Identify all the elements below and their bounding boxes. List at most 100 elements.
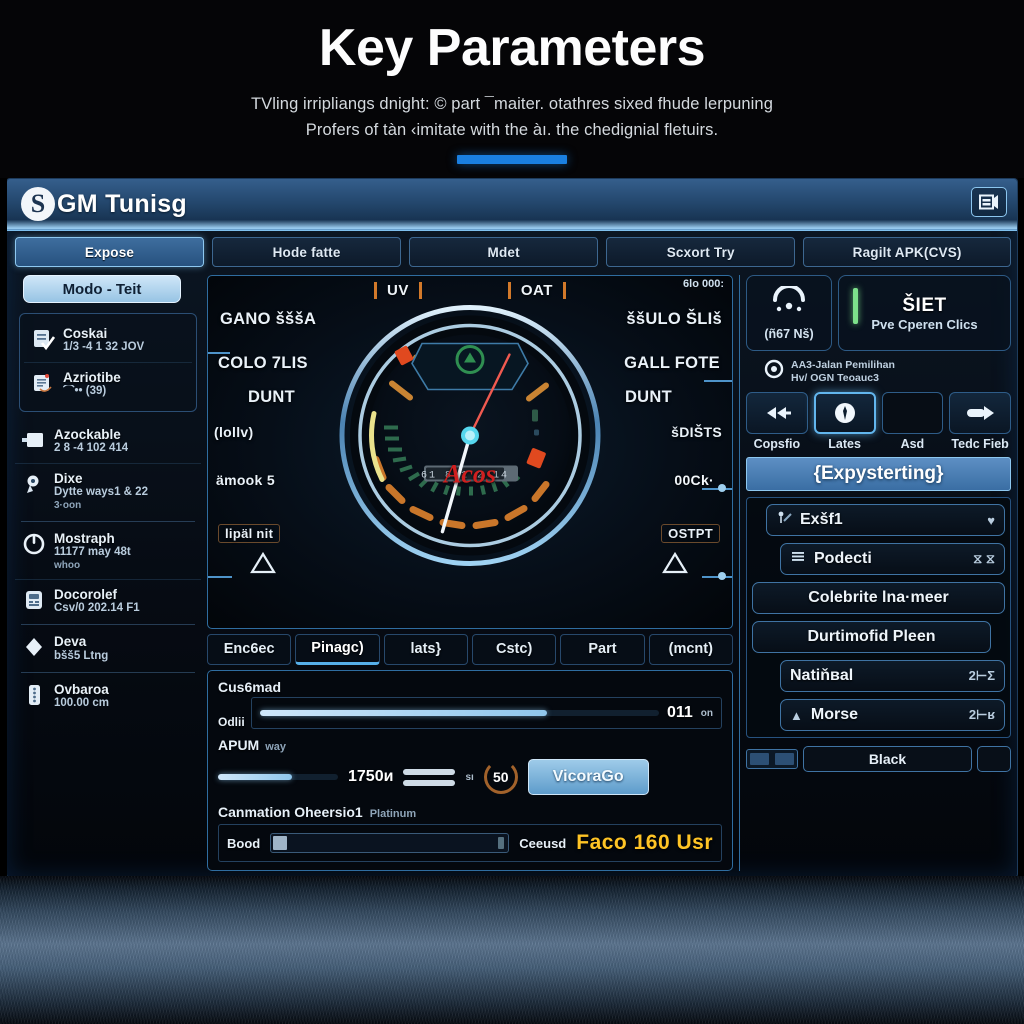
notes-icon [30, 370, 56, 396]
tab-hode-fatte[interactable]: Hode fatte [212, 237, 402, 267]
slider-2-rotary-knob[interactable]: 50 [483, 760, 518, 794]
sidebar-item-azockable[interactable]: Azockable 2 8 -4 102 414 [15, 420, 201, 463]
forward-button[interactable]: Tedc Fieb [949, 392, 1011, 451]
sidebar-item-deva[interactable]: Deva bšš5 Ltng [15, 627, 201, 670]
slider-4-track[interactable] [270, 833, 510, 853]
badge-uv: UV [374, 282, 422, 299]
sidebar-list: Azockable 2 8 -4 102 414 Dixe Dytte ways… [15, 420, 201, 718]
sidebar-item-dixe[interactable]: Dixe Dytte ways1 & 22 3·oon [15, 462, 201, 519]
slider-row-4: Bood Ceeusd Faco 160 Usr [218, 824, 722, 862]
callout-right-boxed: OSTPT [661, 524, 720, 543]
footer-end-button[interactable] [977, 746, 1011, 773]
footer-toggle[interactable] [746, 749, 798, 770]
left-sidebar: Modo - Teit Coskai 1/3 -4 1 32 JOV Azrio… [15, 275, 201, 871]
ctl-tab-1[interactable]: Pinagc) [295, 633, 380, 665]
slider-4-end-marker [498, 837, 505, 849]
forward-icon [949, 392, 1011, 435]
tab-scxort-try[interactable]: Scxort Try [606, 237, 796, 267]
status-indicator-bar [853, 288, 858, 324]
ctl-tab-3[interactable]: Cstc) [471, 633, 557, 665]
right-footer: Black [746, 744, 1011, 774]
slider-2-track[interactable] [218, 774, 338, 780]
pin-icon [776, 510, 792, 531]
restore-window-icon[interactable] [971, 187, 1007, 217]
list-item-label: Durtimofid Pleen [807, 628, 936, 646]
app-title: GM Tunisg [57, 190, 187, 218]
steering-wheel-tile[interactable]: (ñ67 Nš) [746, 275, 832, 351]
screenshot-root: Key Parameters TVling irripliangs dnight… [0, 0, 1024, 1024]
battery-icon [21, 682, 47, 708]
sidebar-header[interactable]: Modo - Teit [23, 275, 181, 303]
apply-button[interactable]: VicorаGo [527, 759, 649, 795]
callout-right-1: ššULO ŠLIš [626, 310, 722, 328]
right-list: Exšf1 ♥ Podecti ⧖ ⧖ Colebrite lna·meer D… [746, 497, 1011, 739]
ctl-tab-4[interactable]: Part [560, 633, 645, 665]
list-item-4[interactable]: Natiňвal 2⊢Σ [780, 660, 1005, 693]
slider-1-value: 011 [666, 704, 693, 721]
footer-button[interactable]: Black [803, 746, 972, 773]
sidebar-item-title: Mostraph [54, 530, 115, 546]
speedometer-gauge[interactable]: 61 8 1 2 14 Acos [336, 301, 604, 574]
diamond-icon [21, 634, 47, 660]
status-title: ŠIET [902, 294, 947, 316]
list-item-0[interactable]: Exšf1 ♥ [766, 504, 1005, 537]
center-control-tabs: Enc6ec Pinagc) lats} Cstc) Part (mcnt) [207, 633, 733, 665]
tab-ragilt-apk[interactable]: Ragilt APK(CVS) [803, 237, 1012, 267]
right-note: AA3-Jalan Pemilihan Hv/ OGN Teoauc3 [746, 357, 1011, 386]
page-subtitle-line2: Profers of tàn ‹imitate with the àı. the… [305, 120, 719, 139]
sidebar-item-title: Azockable [54, 426, 121, 442]
record-icon [813, 392, 876, 435]
sidebar-item-ovbaroa[interactable]: Ovbaroa 100.00 cm [15, 675, 201, 718]
mouse-icon [21, 471, 47, 497]
callout-left-5: ämook 5 [216, 472, 275, 488]
blank-icon [881, 392, 944, 435]
triangle-icon: ▲ [790, 707, 803, 723]
slider-row-2: APUM way 1750и sı 50 VicorаGo [218, 737, 722, 795]
ctl-tab-5[interactable]: (mcnt) [648, 633, 733, 665]
right-panel: (ñ67 Nš) ŠIET Pve Cperen Clics AA3-Jalan… [739, 275, 1011, 871]
sidebar-item-sub: Csv/0 202.14 F1 [54, 601, 140, 614]
right-note-line2: Hv/ OGN Teoauc3 [791, 371, 879, 384]
sidebar-item-coskai[interactable]: Coskai 1/3 -4 1 32 JOV [24, 319, 192, 362]
list-item-label: Morse [810, 706, 858, 724]
ctl-tab-0[interactable]: Enc6ec [207, 633, 292, 665]
list-item-1[interactable]: Podecti ⧖ ⧖ [780, 543, 1005, 576]
sidebar-divider [21, 672, 195, 674]
sidebar-item-docorolef[interactable]: Docorolef Csv/0 202.14 F1 [15, 578, 201, 623]
tab-expose[interactable]: Expose [15, 237, 205, 267]
record-button[interactable]: Lates [813, 392, 876, 451]
list-item-label: Podecti [814, 550, 872, 568]
accent-underline [457, 155, 567, 164]
sidebar-divider [21, 520, 195, 522]
bezel-right [1018, 178, 1024, 878]
slider-1-track[interactable] [259, 710, 659, 716]
blank-button[interactable]: Asd [881, 392, 944, 451]
sidebar-item-sub2: whoo [54, 559, 81, 571]
sidebar-item-mostraph[interactable]: Mostraph 11177 may 48t whoo [15, 524, 201, 579]
window-body: Modo - Teit Coskai 1/3 -4 1 32 JOV Azrio… [15, 275, 1011, 871]
slider-2-secondary-track[interactable] [403, 768, 456, 786]
bezel-left [0, 178, 7, 878]
hourglass-icons[interactable]: ⧖ ⧖ [973, 551, 995, 567]
list-icon [790, 549, 806, 570]
callout-left-2: COLO 7LIS [218, 354, 308, 372]
callout-connector [702, 576, 732, 578]
sidebar-item-azriotibe[interactable]: Azriotibe ⌒•• (39) [24, 361, 192, 406]
tab-mdet[interactable]: Mdet [409, 237, 599, 267]
list-item-label: Colebrite lna·meer [808, 589, 949, 607]
list-item-label: Exšf1 [800, 511, 843, 529]
ctl-tab-2[interactable]: lats} [383, 633, 468, 665]
slider-1-box: 011 on [250, 697, 722, 729]
callout-right-3: DUNT [624, 388, 672, 406]
slider-4-handle[interactable] [273, 836, 288, 850]
badge-oat: OAT [507, 282, 566, 299]
callout-connector [208, 576, 232, 578]
heart-icon[interactable]: ♥ [987, 513, 995, 528]
slider-2-knob-value: 50 [492, 769, 509, 785]
status-tile[interactable]: ŠIET Pve Cperen Clics [838, 275, 1011, 351]
list-item-3[interactable]: Durtimofid Pleen [752, 621, 991, 654]
rewind-button[interactable]: Copsfio [746, 392, 808, 451]
list-item-5[interactable]: ▲ Morse 2⊢ʁ [780, 699, 1005, 732]
list-item-2[interactable]: Colebrite lna·meer [752, 582, 1005, 615]
sidebar-item-title: Docorolef [54, 586, 118, 602]
